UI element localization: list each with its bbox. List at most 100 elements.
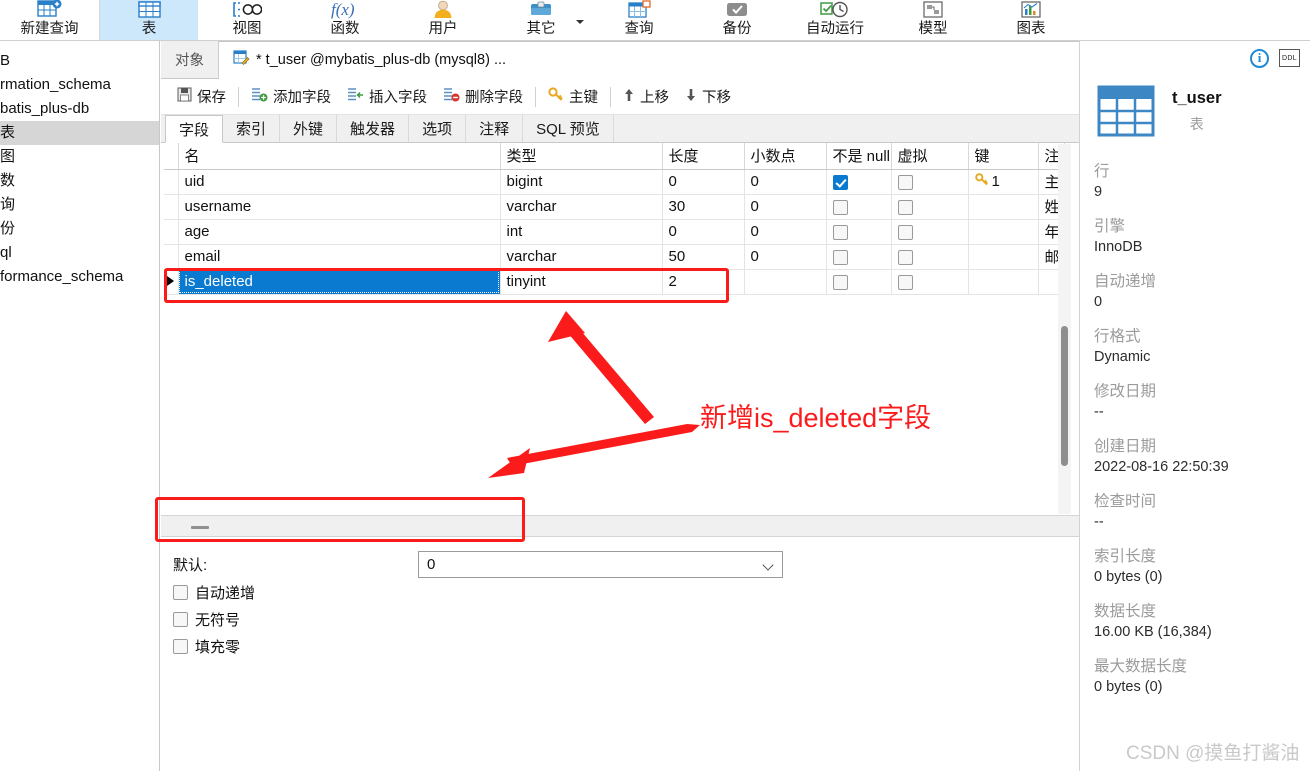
sidebar-item-functions[interactable]: 数 — [0, 169, 159, 193]
chevron-down-icon[interactable] — [762, 558, 774, 571]
col-header-length[interactable]: 长度 — [662, 143, 745, 170]
ribbon-item-backup[interactable]: 备份 — [688, 0, 786, 40]
not-null-checkbox[interactable] — [832, 224, 848, 240]
virtual-checkbox[interactable] — [897, 224, 913, 240]
tab-table-designer[interactable]: * t_user @mybatis_plus-db (mysql8) ... — [219, 41, 1079, 79]
cell-field-length[interactable]: 30 — [662, 194, 745, 220]
cell-virtual[interactable] — [891, 244, 969, 270]
cell-field-length[interactable]: 50 — [662, 244, 745, 270]
fields-grid[interactable]: 名 类型 长度 小数点 不是 null 虚拟 键 注 uid bigint 0 … — [164, 143, 1076, 515]
sidebar-item-queries[interactable]: 询 — [0, 193, 159, 217]
tab-triggers[interactable]: 触发器 — [337, 115, 410, 142]
table-row[interactable]: uid bigint 0 0 1 主 — [164, 169, 1065, 195]
cell-field-decimals[interactable]: 0 — [744, 169, 827, 195]
auto-increment-checkbox[interactable] — [173, 585, 188, 600]
cell-virtual[interactable] — [891, 194, 969, 220]
cell-field-length[interactable]: 0 — [662, 219, 745, 245]
add-field-button[interactable]: 添加字段 — [243, 84, 339, 109]
ddl-button[interactable]: DDL — [1279, 49, 1300, 67]
cell-key[interactable] — [968, 194, 1039, 220]
grid-vertical-scrollbar[interactable] — [1058, 144, 1071, 514]
col-header-key[interactable]: 键 — [968, 143, 1039, 170]
sidebar-item-sql[interactable]: ql — [0, 241, 159, 265]
cell-field-decimals[interactable]: 0 — [744, 219, 827, 245]
scrollbar-thumb[interactable] — [1061, 326, 1068, 466]
cell-not-null[interactable] — [826, 194, 892, 220]
tab-comment[interactable]: 注释 — [466, 115, 524, 142]
unsigned-checkbox[interactable] — [173, 612, 188, 627]
cell-field-decimals[interactable]: 0 — [744, 194, 827, 220]
cell-key[interactable] — [968, 269, 1039, 295]
sidebar-item-tables[interactable]: 表 — [0, 121, 159, 145]
sidebar-item-0[interactable]: B — [0, 49, 159, 73]
ribbon-item-function[interactable]: f(x) 函数 — [296, 0, 394, 40]
not-null-checkbox[interactable] — [832, 249, 848, 265]
cell-field-type[interactable]: bigint — [500, 169, 663, 195]
tab-indexes[interactable]: 索引 — [223, 115, 281, 142]
cell-field-decimals[interactable]: 0 — [744, 244, 827, 270]
cell-not-null[interactable] — [826, 169, 892, 195]
ribbon-item-others[interactable]: 其它 — [492, 0, 590, 40]
info-icon[interactable]: i — [1250, 48, 1269, 68]
tab-objects[interactable]: 对象 — [161, 41, 219, 78]
ribbon-item-user[interactable]: 用户 — [394, 0, 492, 40]
col-header-decimals[interactable]: 小数点 — [744, 143, 827, 170]
virtual-checkbox[interactable] — [897, 249, 913, 265]
cell-field-decimals[interactable] — [744, 269, 827, 295]
move-up-button[interactable]: 上移 — [615, 84, 677, 109]
save-button[interactable]: 保存 — [169, 84, 234, 109]
cell-not-null[interactable] — [826, 219, 892, 245]
cell-field-name[interactable]: age — [178, 219, 501, 245]
cell-field-name[interactable]: uid — [178, 169, 501, 195]
delete-field-button[interactable]: 删除字段 — [435, 84, 531, 109]
cell-field-type[interactable]: varchar — [500, 194, 663, 220]
tab-options[interactable]: 选项 — [409, 115, 467, 142]
sidebar-item-performance-schema[interactable]: formance_schema — [0, 265, 159, 289]
not-null-checkbox[interactable] — [832, 274, 848, 290]
col-header-virtual[interactable]: 虚拟 — [891, 143, 969, 170]
zerofill-checkbox[interactable] — [173, 639, 188, 654]
virtual-checkbox[interactable] — [897, 274, 913, 290]
sidebar-item-views[interactable]: 图 — [0, 145, 159, 169]
table-row[interactable]: email varchar 50 0 邮 — [164, 244, 1065, 270]
not-null-checkbox[interactable] — [832, 174, 848, 190]
zerofill-row[interactable]: 填充零 — [161, 633, 1079, 660]
chevron-down-icon[interactable] — [576, 20, 584, 24]
primary-key-button[interactable]: 主键 — [540, 84, 606, 109]
ribbon-item-new-query[interactable]: 新建查询 — [0, 0, 100, 40]
ribbon-item-view[interactable]: 视图 — [198, 0, 296, 40]
cell-not-null[interactable] — [826, 244, 892, 270]
cell-key[interactable]: 1 — [968, 169, 1039, 195]
ribbon-item-chart[interactable]: 图表 — [982, 0, 1080, 40]
ribbon-item-model[interactable]: 模型 — [884, 0, 982, 40]
not-null-checkbox[interactable] — [832, 199, 848, 215]
ribbon-item-table[interactable]: 表 — [100, 0, 198, 40]
col-header-not-null[interactable]: 不是 null — [826, 143, 892, 170]
auto-increment-row[interactable]: 自动递增 — [161, 579, 1079, 606]
cell-virtual[interactable] — [891, 169, 969, 195]
virtual-checkbox[interactable] — [897, 174, 913, 190]
cell-field-name[interactable]: email — [178, 244, 501, 270]
cell-field-length[interactable]: 0 — [662, 169, 745, 195]
col-header-name[interactable]: 名 — [178, 143, 501, 170]
cell-virtual[interactable] — [891, 219, 969, 245]
col-header-type[interactable]: 类型 — [500, 143, 663, 170]
cell-field-name[interactable]: username — [178, 194, 501, 220]
cell-not-null[interactable] — [826, 269, 892, 295]
table-row[interactable]: username varchar 30 0 姓 — [164, 194, 1065, 220]
cell-field-type[interactable]: varchar — [500, 244, 663, 270]
table-row[interactable]: age int 0 0 年 — [164, 219, 1065, 245]
cell-field-type[interactable]: int — [500, 219, 663, 245]
sidebar-item-mybatis-plus-db[interactable]: batis_plus-db — [0, 97, 159, 121]
sidebar-item-information-schema[interactable]: rmation_schema — [0, 73, 159, 97]
cell-virtual[interactable] — [891, 269, 969, 295]
unsigned-row[interactable]: 无符号 — [161, 606, 1079, 633]
virtual-checkbox[interactable] — [897, 199, 913, 215]
cell-key[interactable] — [968, 219, 1039, 245]
cell-key[interactable] — [968, 244, 1039, 270]
insert-field-button[interactable]: 插入字段 — [339, 84, 435, 109]
ribbon-item-auto-run[interactable]: 自动运行 — [786, 0, 884, 40]
navigation-sidebar[interactable]: B rmation_schema batis_plus-db 表 图 数 询 份… — [0, 41, 160, 771]
ribbon-item-query[interactable]: 查询 — [590, 0, 688, 40]
default-value-combobox[interactable]: 0 — [418, 550, 783, 578]
